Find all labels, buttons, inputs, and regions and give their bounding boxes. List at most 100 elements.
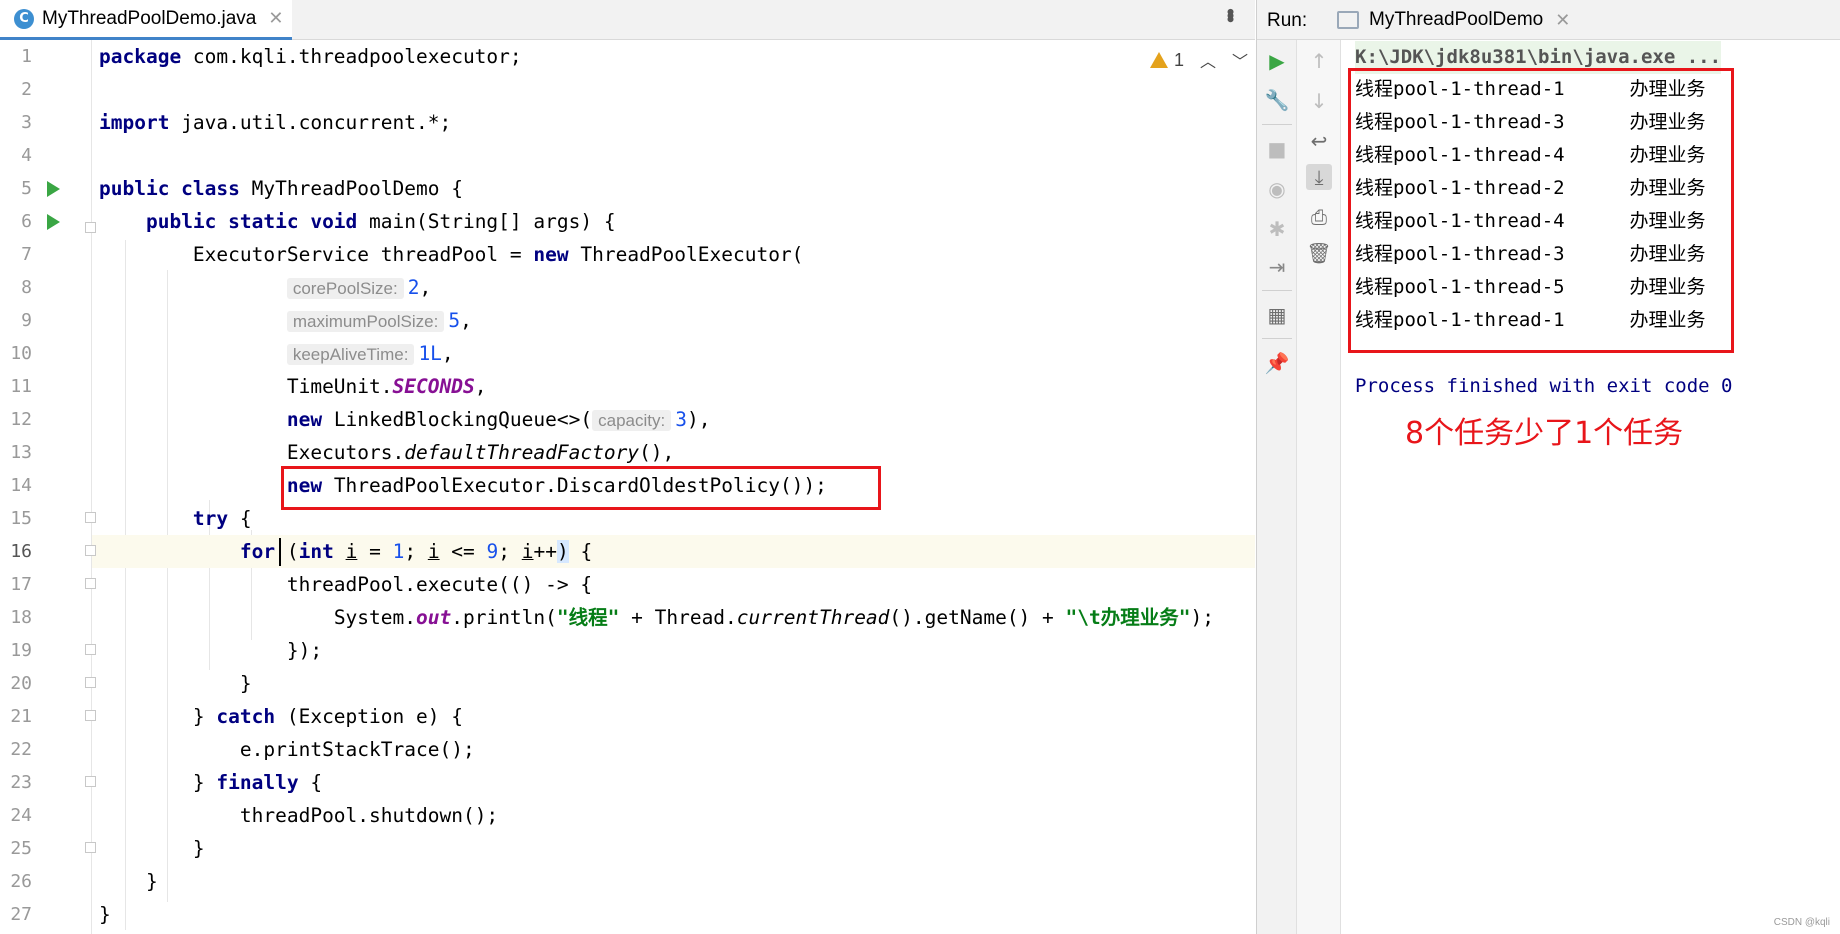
code-line: } catch (Exception e) { bbox=[192, 705, 463, 728]
line-number: 20 bbox=[10, 673, 32, 694]
highlight-box-discard-policy bbox=[281, 466, 881, 510]
line-number: 24 bbox=[10, 805, 32, 826]
code-line: public static void main(String[] args) { bbox=[145, 210, 616, 233]
exit-icon[interactable]: ⇥ bbox=[1264, 254, 1290, 280]
line-number: 7 bbox=[21, 244, 32, 265]
line-number: 14 bbox=[10, 475, 32, 496]
fold-marker-icon[interactable] bbox=[85, 710, 96, 721]
fold-marker-icon[interactable] bbox=[85, 578, 96, 589]
param-hint: capacity: bbox=[592, 410, 672, 431]
soft-wrap-icon[interactable]: ↩ bbox=[1306, 128, 1332, 154]
line-number: 2 bbox=[21, 79, 32, 100]
line-number: 23 bbox=[10, 772, 32, 793]
editor-tab-label: MyThreadPoolDemo.java bbox=[42, 7, 257, 29]
arrow-down-icon[interactable]: ↓ bbox=[1306, 88, 1332, 114]
line-number: 16 bbox=[10, 541, 32, 562]
line-number: 3 bbox=[21, 112, 32, 133]
code-line: System.out.println("线程" + Thread.current… bbox=[333, 606, 1214, 629]
line-number: 12 bbox=[10, 409, 32, 430]
pin-icon[interactable]: 📌 bbox=[1264, 350, 1290, 376]
java-class-icon: C bbox=[14, 8, 34, 29]
print-icon[interactable]: ⎙ bbox=[1306, 204, 1332, 230]
watermark: CSDN @kqli bbox=[1773, 917, 1830, 928]
code-line: package com.kqli.threadpoolexecutor; bbox=[99, 45, 522, 68]
line-number: 15 bbox=[10, 508, 32, 529]
toolbar-separator bbox=[1262, 290, 1292, 291]
run-config-tab[interactable]: MyThreadPoolDemo ✕ bbox=[1329, 0, 1589, 40]
line-number: 9 bbox=[21, 310, 32, 331]
code-line: new LinkedBlockingQueue<>(capacity: 3), bbox=[286, 408, 711, 431]
rerun-icon[interactable]: ▶ bbox=[1264, 48, 1290, 74]
line-number: 13 bbox=[10, 442, 32, 463]
code-line: Executors.defaultThreadFactory(), bbox=[286, 441, 675, 464]
line-number: 17 bbox=[10, 574, 32, 595]
arrow-up-icon[interactable]: ↑ bbox=[1306, 48, 1332, 74]
more-options-icon[interactable]: ••• bbox=[1218, 8, 1243, 19]
editor-tab-bar: C MyThreadPoolDemo.java ✕ ••• bbox=[0, 0, 1255, 40]
line-number: 22 bbox=[10, 739, 32, 760]
code-line: ExecutorService threadPool = new ThreadP… bbox=[192, 243, 804, 266]
text-caret bbox=[279, 538, 281, 566]
run-panel-label: Run: bbox=[1267, 10, 1308, 31]
param-hint: maximumPoolSize: bbox=[286, 311, 445, 332]
run-class-icon[interactable] bbox=[47, 181, 60, 197]
code-line: TimeUnit.SECONDS, bbox=[286, 375, 487, 398]
fold-marker-icon[interactable] bbox=[85, 842, 96, 853]
console-icon bbox=[1337, 11, 1359, 29]
wrench-icon[interactable]: 🔧 bbox=[1264, 87, 1290, 113]
run-panel-header: Run: MyThreadPoolDemo ✕ bbox=[1257, 0, 1840, 40]
fold-marker-icon[interactable] bbox=[85, 545, 96, 556]
toolbar-separator bbox=[1262, 338, 1292, 339]
close-run-tab-icon[interactable]: ✕ bbox=[1555, 10, 1570, 31]
param-hint: corePoolSize: bbox=[286, 278, 404, 299]
code-line: } finally { bbox=[192, 771, 323, 794]
code-line: threadPool.execute(() -> { bbox=[286, 573, 593, 596]
code-line: } bbox=[192, 837, 205, 860]
param-hint: keepAliveTime: bbox=[286, 344, 415, 365]
code-line: e.printStackTrace(); bbox=[239, 738, 475, 761]
layout-icon[interactable]: ▦ bbox=[1264, 302, 1290, 328]
annotation-text: 8个任务少了1个任务 bbox=[1405, 416, 1684, 451]
line-number: 11 bbox=[10, 376, 32, 397]
code-editor[interactable]: C MyThreadPoolDemo.java ✕ ••• 1 ︿ ﹀ pack… bbox=[0, 0, 1255, 934]
line-number: 4 bbox=[21, 145, 32, 166]
fold-marker-icon[interactable] bbox=[85, 644, 96, 655]
run-tab-label: MyThreadPoolDemo bbox=[1369, 9, 1544, 30]
code-line: import java.util.concurrent.*; bbox=[99, 111, 452, 134]
run-main-icon[interactable] bbox=[47, 214, 60, 230]
run-toolbar-primary: ▶ 🔧 ■ ◉ ✱ ⇥ ▦ 📌 bbox=[1257, 40, 1297, 934]
code-line: } bbox=[99, 903, 111, 926]
fold-marker-icon[interactable] bbox=[85, 677, 96, 688]
line-number: 5 bbox=[21, 178, 32, 199]
gutter-content: 1 2 3 4 5 6 7 8 9 10 11 12 13 14 15 16 1… bbox=[0, 40, 96, 934]
camera-icon[interactable]: ◉ bbox=[1264, 176, 1290, 202]
line-number: 18 bbox=[10, 607, 32, 628]
line-number: 1 bbox=[21, 46, 32, 67]
run-toolbar-secondary: ↑ ↓ ↩ ⤓ ⎙ 🗑 bbox=[1297, 40, 1341, 934]
fold-marker-icon[interactable] bbox=[85, 512, 96, 523]
code-line: } bbox=[239, 672, 252, 695]
line-number: 8 bbox=[21, 277, 32, 298]
editor-tab[interactable]: C MyThreadPoolDemo.java ✕ bbox=[0, 0, 292, 40]
code-line: maximumPoolSize: 5, bbox=[92, 304, 1255, 337]
line-number: 6 bbox=[21, 211, 32, 232]
line-number: 26 bbox=[10, 871, 32, 892]
trash-icon[interactable]: 🗑 bbox=[1306, 240, 1332, 266]
code-line: } bbox=[145, 870, 158, 893]
line-number: 10 bbox=[10, 343, 32, 364]
line-number: 19 bbox=[10, 640, 32, 661]
fold-marker-icon[interactable] bbox=[85, 776, 96, 787]
stop-icon[interactable]: ■ bbox=[1264, 136, 1290, 162]
line-number: 25 bbox=[10, 838, 32, 859]
scroll-to-end-icon[interactable]: ⤓ bbox=[1306, 164, 1332, 190]
current-code-line: for (int i = 1; i <= 9; i++) { bbox=[92, 535, 1255, 568]
highlight-box-output bbox=[1348, 68, 1734, 353]
debug-bug-icon[interactable]: ✱ bbox=[1264, 216, 1290, 242]
process-finished-line: Process finished with exit code 0 bbox=[1355, 375, 1733, 397]
code-line: }); bbox=[286, 639, 323, 662]
line-number: 27 bbox=[10, 904, 32, 925]
close-tab-icon[interactable]: ✕ bbox=[268, 8, 283, 29]
fold-marker-icon[interactable] bbox=[85, 222, 96, 233]
line-number: 21 bbox=[10, 706, 32, 727]
toolbar-separator bbox=[1262, 124, 1292, 125]
